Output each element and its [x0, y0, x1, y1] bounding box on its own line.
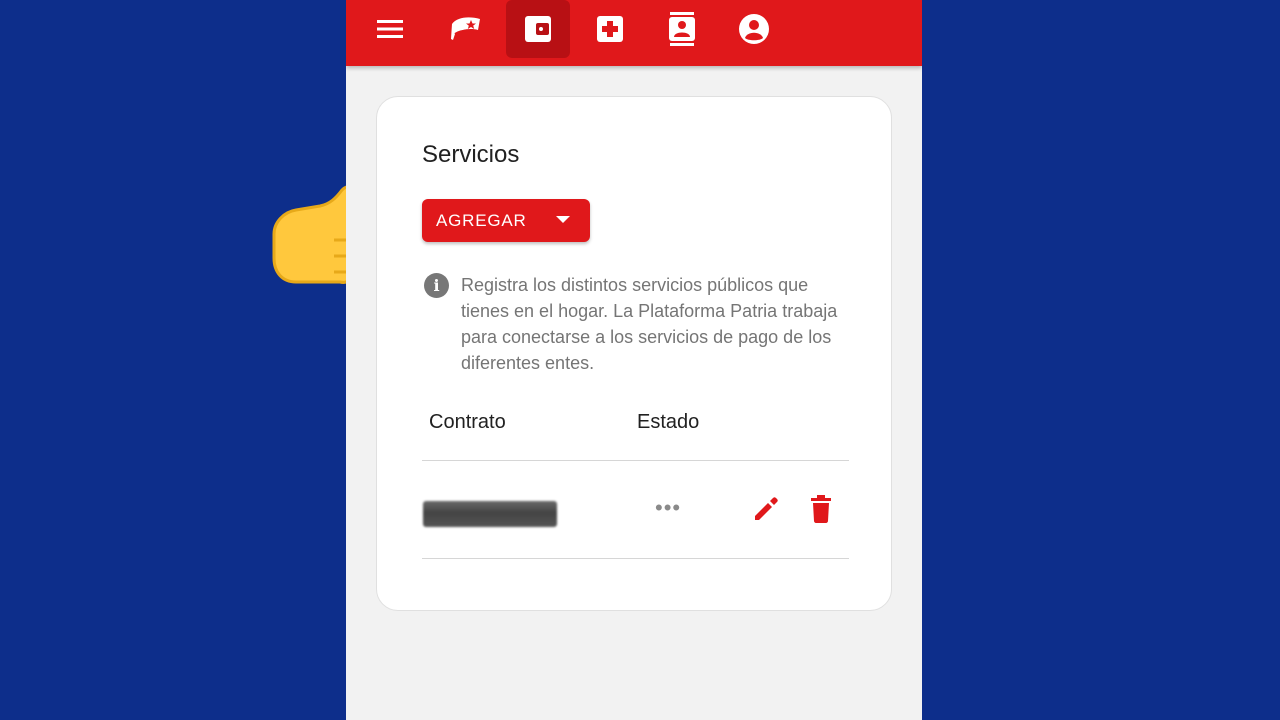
info-icon: i: [424, 273, 449, 298]
wallet-icon: [525, 16, 551, 42]
table-divider: [422, 460, 849, 461]
contract-number-redacted: [423, 501, 557, 527]
column-header-status: Estado: [637, 411, 700, 433]
edit-button[interactable]: [750, 493, 782, 525]
pencil-icon: [755, 497, 778, 520]
menu-icon: [377, 20, 403, 38]
services-card: Servicios AGREGAR i Registra los distint…: [376, 96, 892, 611]
nav-health-button[interactable]: [578, 0, 642, 58]
trash-icon: [811, 495, 831, 523]
add-service-label: AGREGAR: [436, 210, 527, 230]
flag-cap-icon: [451, 17, 480, 40]
phone-screen: Servicios AGREGAR i Registra los distint…: [346, 0, 922, 720]
nav-account-button[interactable]: [722, 0, 786, 58]
column-header-contract: Contrato: [429, 411, 506, 433]
nav-contacts-button[interactable]: [650, 0, 714, 58]
status-indicator: •••: [655, 495, 682, 520]
nav-wallet-button[interactable]: [506, 0, 570, 58]
delete-button[interactable]: [805, 493, 837, 525]
chevron-down-icon: [556, 216, 570, 223]
contact-card-icon: [669, 12, 695, 46]
health-cross-icon: [597, 16, 623, 42]
table-divider: [422, 558, 849, 559]
top-navigation-bar: [346, 0, 922, 66]
account-circle-icon: [739, 14, 769, 44]
info-description: Registra los distintos servicios público…: [461, 275, 838, 373]
page-title: Servicios: [422, 141, 520, 168]
menu-button[interactable]: [358, 0, 422, 58]
add-service-button[interactable]: AGREGAR: [422, 199, 590, 242]
nav-patria-button[interactable]: [434, 0, 498, 58]
